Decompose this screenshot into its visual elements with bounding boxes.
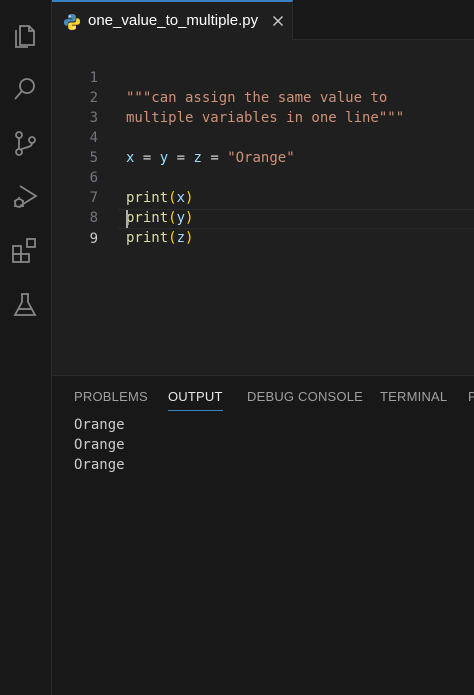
tab-one-value-to-multiple[interactable]: one_value_to_multiple.py	[52, 0, 293, 40]
tab-problems[interactable]: PROBLEMS	[74, 389, 148, 404]
line-number: 9	[89, 231, 98, 247]
argument: z	[176, 230, 186, 246]
bottom-panel: PROBLEMS OUTPUT DEBUG CONSOLE TERMINAL P…	[52, 375, 474, 695]
text-cursor	[126, 210, 128, 228]
tab-debug-console[interactable]: DEBUG CONSOLE	[247, 389, 363, 404]
activity-bar	[0, 0, 52, 695]
run-debug-icon[interactable]	[10, 182, 40, 212]
tab-terminal[interactable]: TERMINAL	[380, 389, 447, 404]
extensions-icon[interactable]	[10, 236, 40, 266]
python-file-icon	[64, 14, 80, 30]
code-editor[interactable]: 1 """can assign the same value to 2 mult…	[52, 40, 474, 375]
code-line: 3	[52, 88, 474, 126]
testing-flask-icon[interactable]	[10, 290, 40, 320]
tab-ports-truncated[interactable]: P	[468, 389, 474, 404]
editor-tab-bar: one_value_to_multiple.py	[52, 0, 474, 40]
output-line: Orange	[74, 437, 125, 453]
code-line: 2 multiple variables in one line"""	[52, 68, 474, 126]
code-line: 4 x = y = z = "Orange"	[52, 108, 474, 166]
function-name: print	[126, 230, 169, 246]
close-icon[interactable]	[270, 13, 286, 29]
files-icon[interactable]	[10, 20, 40, 50]
bracket: (	[168, 230, 177, 246]
tab-output[interactable]: OUTPUT	[168, 389, 223, 411]
code-line: 8 print(z)	[52, 188, 474, 246]
code-line: 7 print(y)	[52, 168, 474, 226]
output-line: Orange	[74, 417, 125, 433]
code-line: 6 print(x)	[52, 148, 474, 206]
output-line: Orange	[74, 457, 125, 473]
code-line: 5	[52, 128, 474, 166]
tab-filename: one_value_to_multiple.py	[88, 12, 259, 29]
code-line-current: 9	[52, 209, 474, 247]
search-icon[interactable]	[10, 74, 40, 104]
code-line: 1 """can assign the same value to	[52, 48, 474, 106]
print-statement: print(z)	[126, 228, 193, 248]
source-control-icon[interactable]	[10, 128, 40, 158]
bracket: )	[185, 230, 194, 246]
